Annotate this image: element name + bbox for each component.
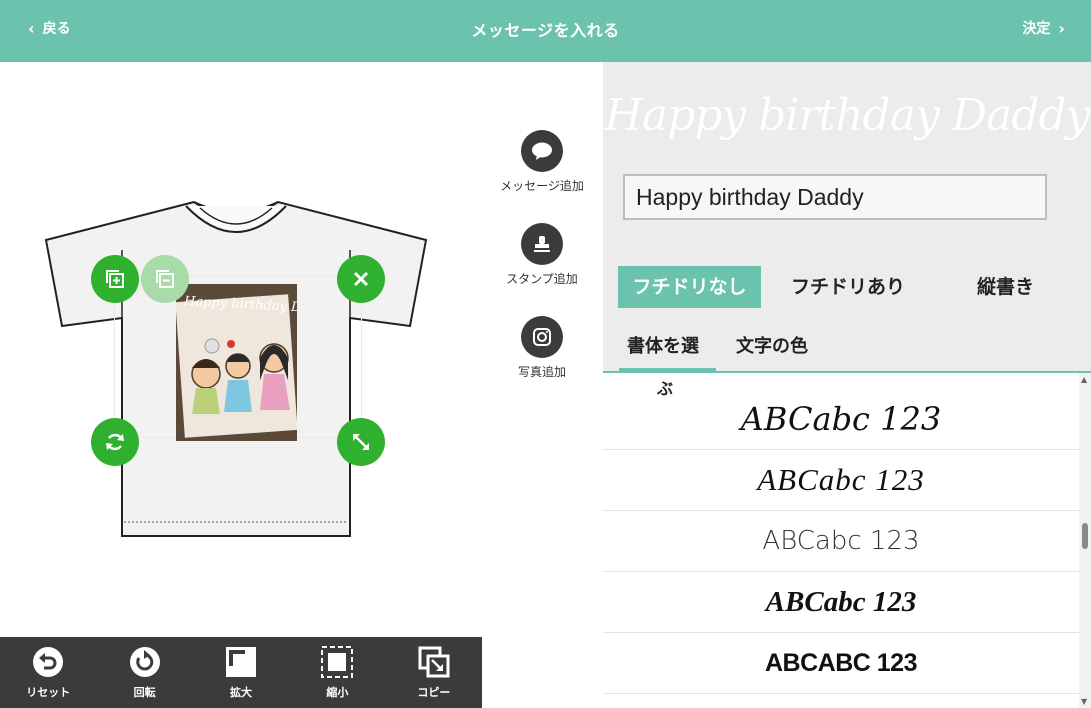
app-header: ‹ 戻る メッセージを入れる 決定 › bbox=[0, 0, 1091, 62]
shrink-label: 縮小 bbox=[326, 685, 349, 699]
scroll-up-icon[interactable]: ▲ bbox=[1081, 375, 1087, 384]
rotate-handle[interactable] bbox=[91, 418, 139, 466]
close-icon bbox=[353, 271, 369, 287]
font-sample: ABCabc 123 bbox=[762, 526, 920, 556]
option-vertical[interactable]: 縦書き bbox=[948, 266, 1063, 308]
text-edit-panel: Happy birthday Daddy Happy birthday Dadd… bbox=[603, 62, 1091, 708]
minus-icon bbox=[156, 270, 174, 288]
option-no-outline[interactable]: フチドリなし bbox=[618, 266, 761, 308]
font-sample: ABCabc 123 bbox=[740, 400, 942, 438]
uploaded-photo[interactable]: Happy birthday Daddy bbox=[176, 284, 297, 441]
option-outline[interactable]: フチドリあり bbox=[778, 266, 918, 308]
confirm-label: 決定 bbox=[1022, 21, 1051, 37]
enlarge-label: 拡大 bbox=[230, 685, 253, 699]
minus-handle[interactable] bbox=[141, 255, 189, 303]
font-list-scrollbar[interactable]: ▲ ▼ bbox=[1079, 373, 1091, 708]
resize-handle[interactable] bbox=[337, 418, 385, 466]
speech-bubble-icon bbox=[521, 130, 563, 172]
stamp-icon bbox=[521, 223, 563, 265]
reset-label: リセット bbox=[26, 685, 71, 699]
page-title: メッセージを入れる bbox=[471, 21, 620, 40]
add-photo-label: 写真追加 bbox=[517, 365, 566, 379]
confirm-button[interactable]: 決定 › bbox=[1022, 18, 1065, 38]
rotate-icon bbox=[129, 646, 160, 677]
scroll-thumb[interactable] bbox=[1082, 523, 1088, 549]
camera-icon bbox=[521, 316, 563, 358]
copy-button[interactable]: コピー bbox=[386, 637, 482, 708]
add-stamp-label: スタンプ追加 bbox=[506, 272, 578, 286]
tab-font[interactable]: 書体を選 bbox=[627, 332, 699, 358]
add-message-button[interactable]: メッセージ追加 bbox=[487, 130, 597, 194]
tab-text-color[interactable]: 文字の色 bbox=[736, 332, 808, 358]
chevron-right-icon: › bbox=[1058, 18, 1065, 38]
shrink-icon bbox=[321, 645, 354, 678]
font-option[interactable]: ABCABC 123 bbox=[603, 633, 1079, 694]
font-option[interactable]: ABCabc 123 bbox=[603, 450, 1079, 511]
rotate-button[interactable]: 回転 bbox=[96, 637, 192, 708]
outline-options: フチドリなし フチドリあり 縦書き bbox=[618, 266, 1088, 308]
duplicate-handle[interactable] bbox=[91, 255, 139, 303]
text-preview: Happy birthday Daddy bbox=[604, 90, 1090, 141]
font-sample: ABCabc 123 bbox=[757, 462, 925, 497]
font-option[interactable]: ABCabc 123 bbox=[603, 511, 1079, 572]
duplicate-icon bbox=[106, 270, 124, 288]
font-option[interactable]: ABCabc 123 bbox=[603, 572, 1079, 633]
add-message-label: メッセージ追加 bbox=[500, 179, 584, 193]
scroll-down-icon[interactable]: ▼ bbox=[1081, 697, 1087, 706]
shrink-button[interactable]: 縮小 bbox=[289, 637, 385, 708]
copy-icon bbox=[418, 646, 450, 677]
resize-icon bbox=[353, 434, 369, 450]
enlarge-button[interactable]: 拡大 bbox=[193, 637, 289, 708]
copy-label: コピー bbox=[417, 685, 451, 699]
undo-icon bbox=[33, 646, 64, 677]
edit-toolbar: リセット 回転 拡大 縮小 コピー bbox=[0, 637, 482, 708]
font-sample: ABCABC 123 bbox=[765, 648, 917, 677]
add-stamp-button[interactable]: スタンプ追加 bbox=[487, 223, 597, 287]
add-photo-button[interactable]: 写真追加 bbox=[487, 316, 597, 380]
font-list: ぶ ABCabc 123 ABCabc 123 ABCabc 123 ABCab… bbox=[603, 373, 1079, 708]
message-input[interactable]: Happy birthday Daddy bbox=[623, 174, 1047, 220]
rotate-icon bbox=[106, 433, 124, 451]
font-sample: ABCabc 123 bbox=[765, 585, 917, 618]
reset-button[interactable]: リセット bbox=[0, 637, 96, 708]
rotate-label: 回転 bbox=[133, 685, 156, 699]
font-option[interactable]: ABCabc 123 bbox=[603, 389, 1079, 450]
enlarge-icon bbox=[226, 646, 257, 677]
delete-handle[interactable] bbox=[337, 255, 385, 303]
